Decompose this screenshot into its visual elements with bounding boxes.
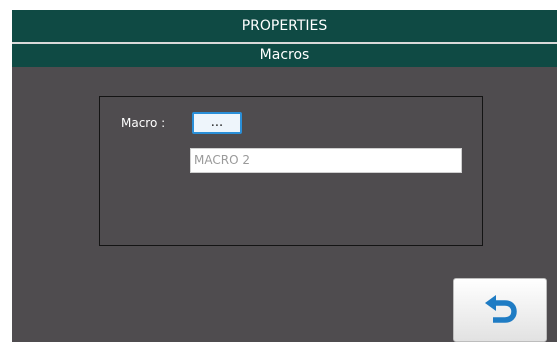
macro-browse-button[interactable]: ... — [192, 112, 242, 134]
back-button[interactable] — [453, 278, 547, 342]
properties-screen: PROPERTIES Macros Macro : ... MACRO 2 — [12, 10, 557, 342]
undo-arrow-icon — [485, 295, 517, 323]
page-title: PROPERTIES — [12, 10, 557, 42]
macro-panel: Macro : ... MACRO 2 — [99, 96, 483, 246]
section-title: Macros — [12, 44, 557, 67]
macro-name-field: MACRO 2 — [190, 148, 462, 173]
macro-label: Macro : — [121, 116, 166, 130]
